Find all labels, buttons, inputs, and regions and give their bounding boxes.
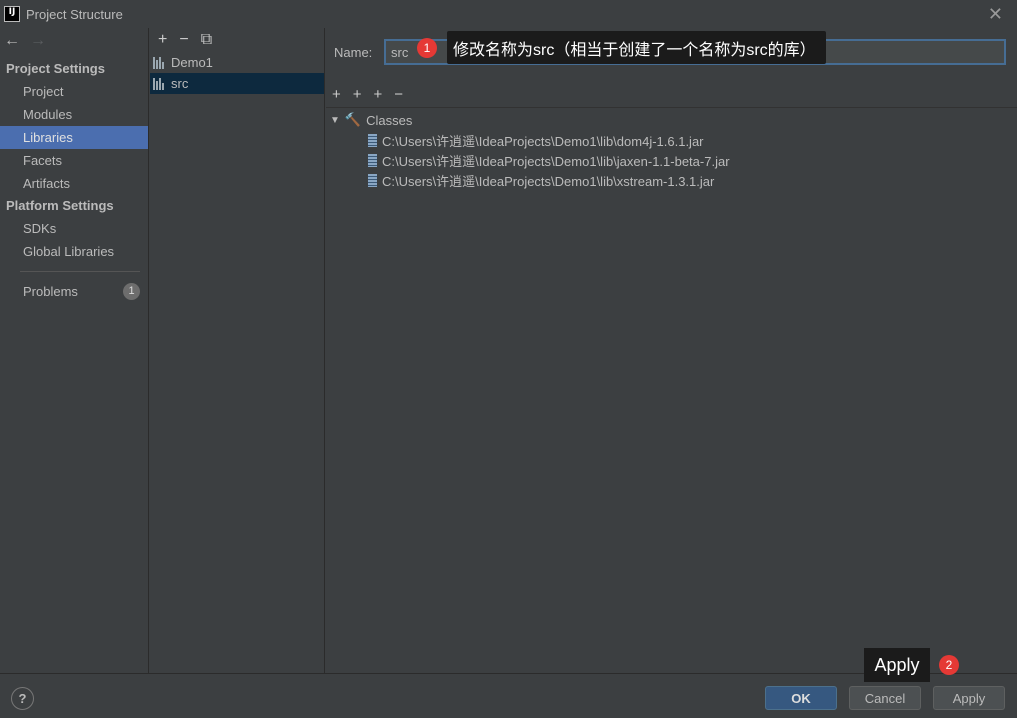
nav-item-libraries[interactable]: Libraries (0, 126, 148, 149)
jar-path-label: C:\Users\许逍遥\IdeaProjects\Demo1\lib\dom4… (382, 133, 704, 149)
jar-path-label: C:\Users\许逍遥\IdeaProjects\Demo1\lib\xstr… (382, 173, 715, 189)
library-icon (153, 77, 167, 90)
problems-count-badge: 1 (123, 283, 140, 300)
nav-item-facets[interactable]: Facets (0, 149, 148, 172)
classes-root-label: Classes (366, 112, 413, 128)
library-list-panel: + − ⧉ Demo1 src (150, 28, 325, 673)
jar-icon (368, 153, 377, 167)
platform-settings-heading: Platform Settings (6, 198, 114, 213)
tree-item-jar[interactable]: C:\Users\许逍遥\IdeaProjects\Demo1\lib\xstr… (368, 170, 714, 190)
nav-history: ← → (0, 28, 148, 54)
hammer-icon: 🔨 (344, 112, 362, 127)
remove-library-icon[interactable]: − (179, 31, 188, 49)
nav-item-sdks[interactable]: SDKs (0, 217, 148, 240)
jar-path-label: C:\Users\许逍遥\IdeaProjects\Demo1\lib\jaxe… (382, 153, 730, 169)
classes-toolbar: + + + − (332, 86, 403, 103)
forward-arrow-icon[interactable]: → (30, 32, 46, 50)
copy-library-icon[interactable]: ⧉ (201, 31, 212, 49)
classes-tree-root[interactable]: ▼ 🔨 Classes (330, 110, 412, 130)
add-with-settings-icon[interactable]: + (353, 86, 362, 103)
intellij-app-icon: IJ (4, 6, 20, 22)
library-item-label: src (171, 76, 189, 91)
back-arrow-icon[interactable]: ← (4, 32, 20, 50)
window-title: Project Structure (26, 6, 123, 22)
library-item-label: Demo1 (171, 55, 213, 70)
step-2-annotation: Apply (864, 648, 930, 682)
nav-item-modules[interactable]: Modules (0, 103, 148, 126)
classes-tree: ▼ 🔨 Classes C:\Users\许逍遥\IdeaProjects\De… (326, 107, 1017, 670)
expand-triangle-icon[interactable]: ▼ (330, 115, 340, 126)
jar-icon (368, 133, 377, 147)
step-2-marker: 2 (939, 655, 959, 675)
cancel-button[interactable]: Cancel (849, 686, 921, 710)
settings-nav: ← → Project Settings Project Modules Lib… (0, 28, 149, 673)
name-label: Name: (334, 44, 373, 60)
nav-divider (20, 271, 140, 272)
library-list-toolbar: + − ⧉ (150, 28, 324, 52)
help-icon[interactable]: ? (11, 687, 34, 710)
project-settings-heading: Project Settings (6, 61, 105, 76)
library-icon (153, 56, 167, 69)
step-1-marker: 1 (417, 38, 437, 58)
tree-item-jar[interactable]: C:\Users\许逍遥\IdeaProjects\Demo1\lib\jaxe… (368, 150, 730, 170)
ok-button[interactable]: OK (765, 686, 837, 710)
nav-item-project[interactable]: Project (0, 80, 148, 103)
close-icon[interactable]: ✕ (988, 4, 1003, 25)
tree-item-jar[interactable]: C:\Users\许逍遥\IdeaProjects\Demo1\lib\dom4… (368, 130, 704, 150)
library-detail-panel: Name: 1 修改名称为src（相当于创建了一个名称为src的库） + + +… (326, 28, 1017, 673)
step-1-annotation: 修改名称为src（相当于创建了一个名称为src的库） (447, 31, 826, 64)
add-classes-icon[interactable]: + (332, 86, 341, 103)
remove-classes-icon[interactable]: − (394, 86, 403, 103)
attach-files-icon[interactable]: + (374, 86, 383, 103)
apply-button[interactable]: Apply (933, 686, 1005, 710)
title-bar: IJ Project Structure ✕ (0, 0, 1017, 28)
nav-item-artifacts[interactable]: Artifacts (0, 172, 148, 195)
jar-icon (368, 173, 377, 187)
nav-item-global-libraries[interactable]: Global Libraries (0, 240, 148, 263)
library-item-demo1[interactable]: Demo1 (150, 52, 324, 73)
nav-item-problems[interactable]: Problems 1 (0, 280, 148, 303)
library-item-src[interactable]: src (150, 73, 324, 94)
add-library-icon[interactable]: + (158, 31, 167, 49)
problems-label: Problems (23, 284, 78, 299)
